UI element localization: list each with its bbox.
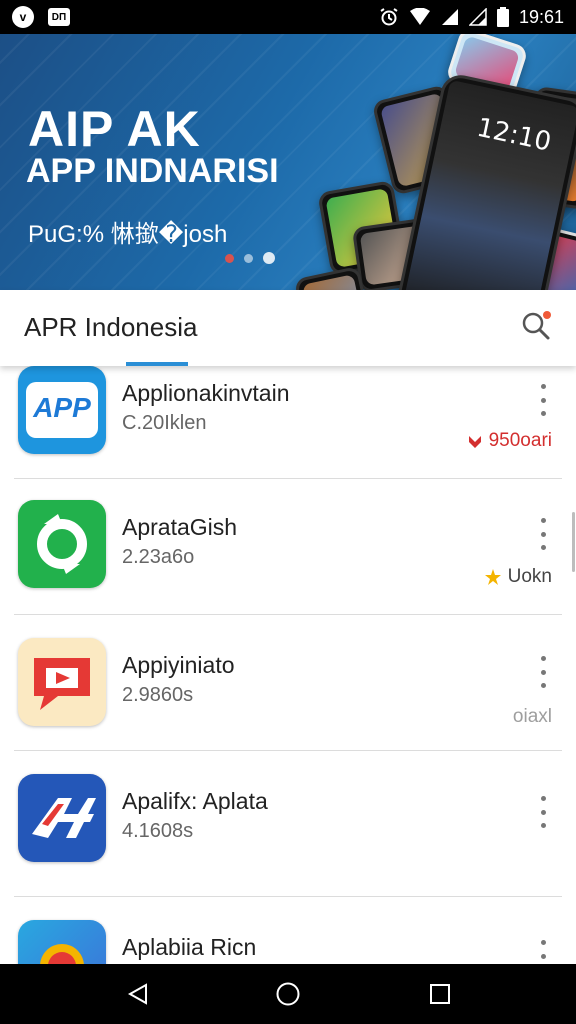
divider bbox=[14, 750, 562, 751]
carousel-dot[interactable] bbox=[225, 253, 234, 263]
app-name[interactable]: Apalifx: Aplata bbox=[122, 788, 268, 815]
navigation-bar bbox=[0, 964, 576, 1024]
signal-icon-2 bbox=[468, 8, 487, 26]
app-badge: oiaxl bbox=[513, 706, 552, 728]
app-icon[interactable] bbox=[18, 500, 106, 588]
notification-dot bbox=[543, 311, 551, 319]
app-badge: Uokn bbox=[484, 566, 552, 588]
app-badge-label: 950oari bbox=[488, 430, 552, 451]
app-logo-icon bbox=[32, 798, 96, 838]
app-subtitle: 2.9860s bbox=[122, 684, 194, 706]
active-tab-indicator bbox=[126, 362, 188, 366]
app-subtitle: 4.1608s bbox=[122, 820, 194, 842]
divider bbox=[14, 896, 562, 897]
wifi-icon bbox=[409, 8, 430, 25]
more-options-button[interactable] bbox=[532, 936, 554, 964]
banner-subtitle: APP INDNARISI bbox=[26, 152, 279, 190]
alarm-icon bbox=[380, 8, 398, 26]
more-options-button[interactable] bbox=[532, 652, 554, 692]
banner-title: AIP AK bbox=[28, 101, 201, 157]
banner-tagline: PuG:% 惏撳�josh bbox=[28, 221, 228, 248]
app-name[interactable]: Appiyiniato bbox=[122, 652, 235, 679]
app-icon[interactable] bbox=[18, 774, 106, 862]
status-time: 19:61 bbox=[518, 6, 564, 27]
more-options-button[interactable] bbox=[532, 792, 554, 832]
back-icon bbox=[127, 983, 147, 1005]
carousel-dot[interactable] bbox=[244, 253, 253, 263]
app-badge-label: Uokn bbox=[507, 566, 552, 587]
app-icon[interactable] bbox=[18, 638, 106, 726]
more-options-button[interactable] bbox=[532, 514, 554, 554]
refresh-icon bbox=[37, 514, 87, 574]
app-notification-icon-2: DП bbox=[48, 8, 70, 26]
home-button[interactable] bbox=[268, 974, 308, 1014]
star-icon bbox=[484, 569, 501, 585]
divider bbox=[14, 478, 562, 479]
back-button[interactable] bbox=[118, 974, 158, 1014]
home-icon bbox=[276, 982, 300, 1006]
app-subtitle: 2.23a6o bbox=[122, 546, 195, 568]
more-options-button[interactable] bbox=[532, 380, 554, 420]
carousel-indicator[interactable] bbox=[225, 252, 275, 264]
signal-icon bbox=[441, 9, 458, 25]
download-icon bbox=[468, 436, 481, 448]
app-icon[interactable] bbox=[18, 920, 106, 964]
carousel-dot-active[interactable] bbox=[263, 252, 275, 264]
divider bbox=[14, 614, 562, 615]
play-bubble-icon bbox=[34, 658, 90, 710]
app-name[interactable]: Aplabiia Ricn bbox=[122, 934, 256, 961]
app-badge: 950oari bbox=[467, 430, 552, 452]
battery-icon bbox=[496, 7, 509, 27]
app-icon-label: APP bbox=[33, 392, 91, 423]
app-name[interactable]: AprataGish bbox=[122, 514, 237, 541]
scrollbar[interactable] bbox=[572, 512, 575, 572]
app-list[interactable]: APP Applionakinvtain C.20Iklen 950oari A… bbox=[0, 366, 576, 964]
app-icon[interactable]: APP bbox=[18, 366, 106, 454]
promo-banner[interactable]: AIP AK APP INDNARISI PuG:% 惏撳�josh 12:10 bbox=[0, 34, 576, 290]
app-badge-label: oiaxl bbox=[512, 706, 552, 727]
app-subtitle: C.20Iklen bbox=[122, 412, 207, 434]
page-title: APR Indonesia bbox=[24, 312, 198, 342]
status-bar: v DП 19:61 bbox=[0, 0, 576, 34]
recents-icon bbox=[430, 984, 450, 1004]
app-notification-icon: v bbox=[12, 6, 34, 28]
app-header: APR Indonesia bbox=[0, 290, 576, 366]
recents-button[interactable] bbox=[420, 974, 460, 1014]
app-name[interactable]: Applionakinvtain bbox=[122, 380, 290, 407]
